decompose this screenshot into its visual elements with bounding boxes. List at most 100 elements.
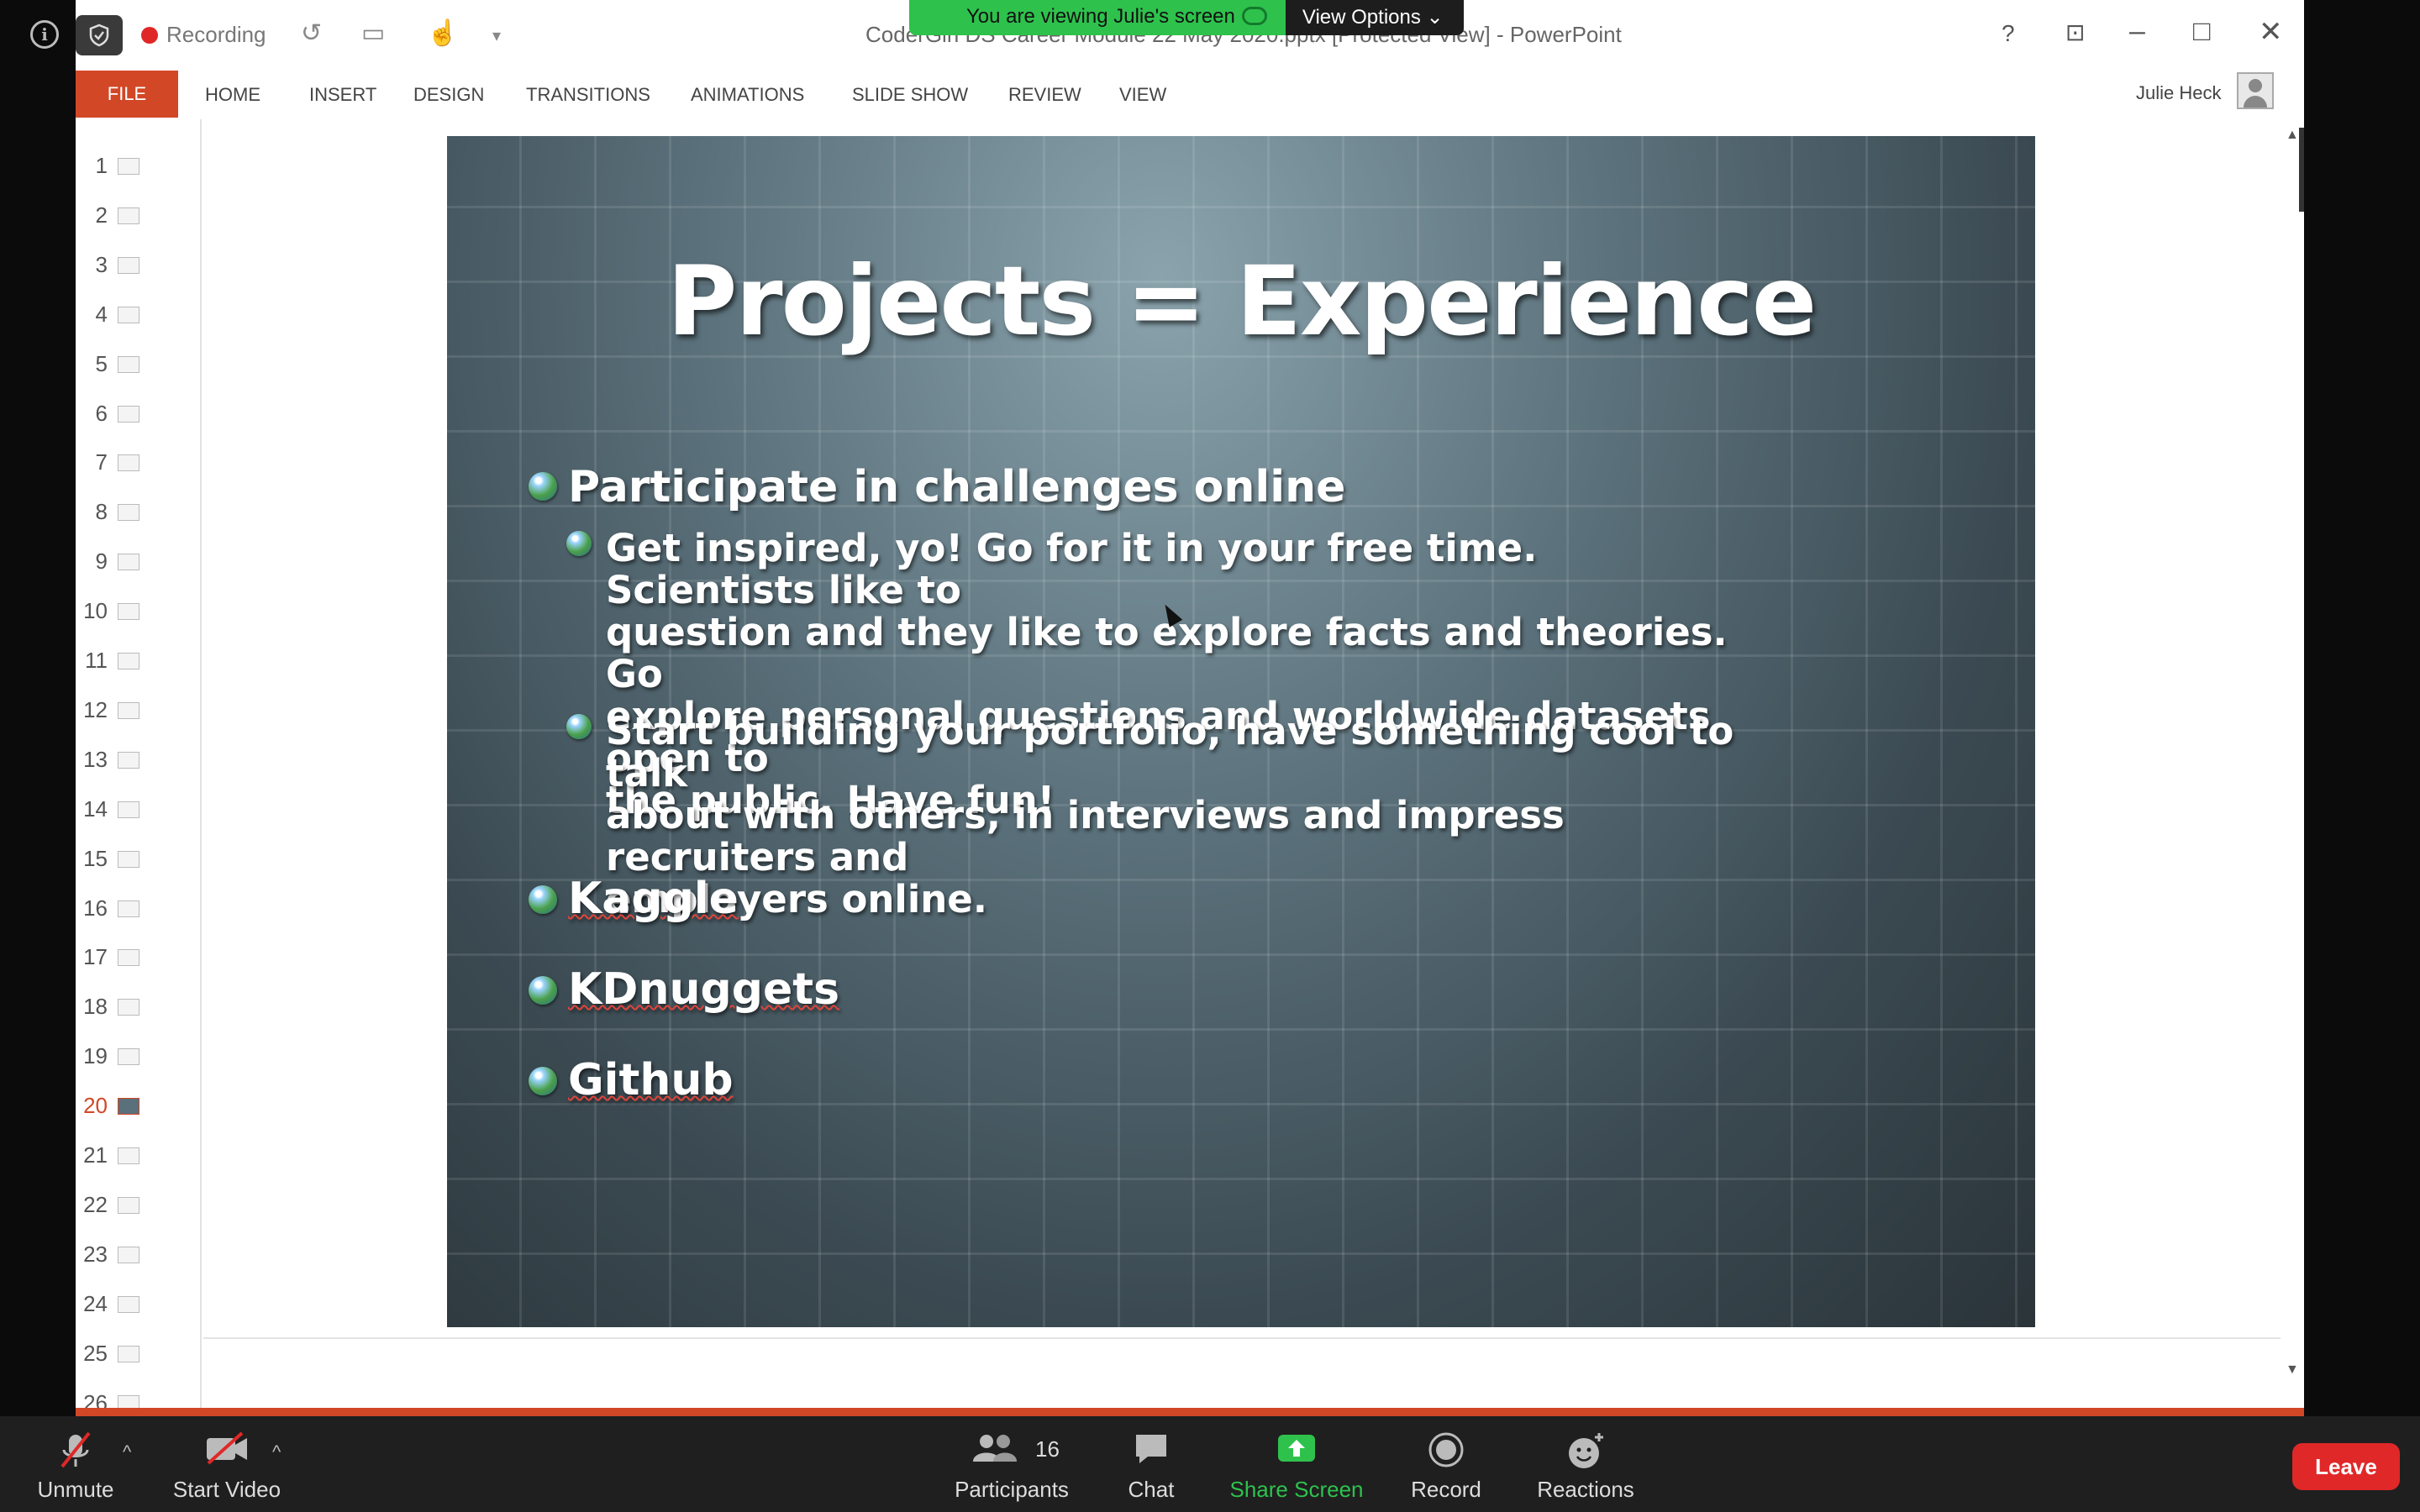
slide-preview-icon <box>118 1345 139 1362</box>
tab-slide-show[interactable]: SLIDE SHOW <box>852 84 968 106</box>
slide-thumbnail[interactable]: 16 <box>76 884 202 932</box>
scrollbar-thumb[interactable] <box>2299 128 2304 212</box>
sub-bullet-line: Start building your portfolio, have some… <box>606 709 1734 795</box>
start-video-button[interactable]: Start Video <box>168 1416 286 1512</box>
slide-thumbnail[interactable]: 5 <box>76 339 202 388</box>
record-button[interactable]: Record <box>1408 1416 1484 1512</box>
maximize-icon[interactable]: □ <box>2193 15 2211 48</box>
tab-animations[interactable]: ANIMATIONS <box>691 84 804 106</box>
help-icon[interactable]: ? <box>2002 20 2015 47</box>
bullet-github: Github <box>568 1055 734 1105</box>
slide-preview-icon <box>118 1246 139 1263</box>
notes-divider <box>203 1337 2281 1404</box>
slide-title: Projects = Experience <box>666 245 1817 357</box>
customize-qat-icon[interactable]: ▾ <box>492 25 501 46</box>
slide-preview-icon <box>118 751 139 769</box>
close-icon[interactable]: ✕ <box>2259 15 2283 49</box>
slide-number: 25 <box>83 1340 108 1366</box>
slide-thumbnail[interactable]: 4 <box>76 290 202 339</box>
ribbon-display-options-icon[interactable]: ⊡ <box>2065 18 2085 46</box>
chat-button[interactable]: Chat <box>1118 1416 1185 1512</box>
meeting-info-icon[interactable]: i <box>30 20 59 49</box>
slide-thumbnail[interactable]: 19 <box>76 1032 202 1080</box>
reactions-button[interactable]: Reactions <box>1534 1416 1637 1512</box>
slide-thumbnail[interactable]: 9 <box>76 537 202 585</box>
slide-preview-icon <box>118 949 139 967</box>
slide-preview-icon <box>118 256 139 274</box>
user-name[interactable]: Julie Heck <box>2136 82 2221 104</box>
video-options-caret-icon[interactable]: ^ <box>272 1441 281 1463</box>
recording-label: Recording <box>166 22 266 47</box>
slide-canvas: Projects = Experience Participate in cha… <box>447 136 2035 1327</box>
tab-view[interactable]: VIEW <box>1119 84 1166 106</box>
slide-number: 10 <box>83 598 108 624</box>
tab-transitions[interactable]: TRANSITIONS <box>526 84 650 106</box>
slide-preview-icon <box>118 207 139 224</box>
tab-review[interactable]: REVIEW <box>1008 84 1081 106</box>
viewing-screen-label: You are viewing Julie's screen <box>909 0 1286 35</box>
slide-preview-icon <box>118 355 139 373</box>
leave-meeting-button[interactable]: Leave <box>2292 1443 2400 1490</box>
cloud-icon <box>1241 7 1267 25</box>
chat-label: Chat <box>1128 1477 1175 1502</box>
slide-thumbnail[interactable]: 21 <box>76 1131 202 1179</box>
slide-thumbnail[interactable]: 25 <box>76 1329 202 1378</box>
user-avatar-icon[interactable] <box>2237 72 2274 109</box>
slide-thumbnail[interactable]: 24 <box>76 1279 202 1328</box>
view-options-label: View Options <box>1302 6 1421 29</box>
slide-thumbnail[interactable]: 10 <box>76 586 202 635</box>
slide-number: 8 <box>95 499 108 525</box>
slide-thumbnail[interactable]: 18 <box>76 982 202 1031</box>
slide-thumbnail[interactable]: 12 <box>76 685 202 734</box>
undo-icon[interactable]: ↺ <box>301 18 322 48</box>
chat-icon <box>1136 1435 1166 1463</box>
slide-thumbnail[interactable]: 8 <box>76 487 202 536</box>
audio-options-caret-icon[interactable]: ^ <box>123 1441 131 1463</box>
slide-thumbnail[interactable]: 14 <box>76 785 202 833</box>
sub-bullet-line: Get inspired, yo! Go for it in your free… <box>606 526 1538 612</box>
tab-file[interactable]: FILE <box>76 71 178 118</box>
security-shield-button[interactable] <box>76 15 123 55</box>
slide-number: 11 <box>85 648 108 673</box>
share-screen-button[interactable]: Share Screen <box>1227 1416 1366 1512</box>
vertical-scrollbar[interactable]: ▲ ▼ <box>2281 119 2304 1404</box>
slide-thumbnail[interactable]: 7 <box>76 438 202 486</box>
slide-thumbnail[interactable]: 6 <box>76 389 202 438</box>
present-from-start-icon[interactable]: ▭ <box>361 18 385 48</box>
slide-thumbnail[interactable]: 17 <box>76 932 202 981</box>
view-options-button[interactable]: View Options ⌄ <box>1285 0 1464 35</box>
tab-insert[interactable]: INSERT <box>309 84 376 106</box>
shield-icon <box>89 24 109 47</box>
slide-preview-icon <box>118 999 139 1016</box>
tab-design[interactable]: DESIGN <box>413 84 484 106</box>
muted-microphone-icon <box>60 1431 91 1468</box>
scroll-down-icon[interactable]: ▼ <box>2286 1362 2299 1378</box>
slide-preview-icon <box>118 653 139 669</box>
tab-home[interactable]: HOME <box>205 84 260 106</box>
scroll-up-icon[interactable]: ▲ <box>2286 128 2299 143</box>
participants-button[interactable]: 16 Participants <box>944 1416 1079 1512</box>
slide-thumbnail[interactable]: 23 <box>76 1230 202 1278</box>
slide-thumbnail[interactable]: 15 <box>76 834 202 883</box>
slide-thumbnail[interactable]: 13 <box>76 735 202 784</box>
minimize-icon[interactable]: – <box>2129 15 2145 48</box>
sub-bullet-line: question and they like to explore facts … <box>606 610 1728 696</box>
reactions-smiley-icon <box>1569 1433 1603 1468</box>
slide-thumbnail[interactable]: 11 <box>76 636 202 685</box>
slide-thumbnail[interactable]: 2 <box>76 191 202 239</box>
slide-thumbnail[interactable]: 22 <box>76 1180 202 1229</box>
sub-bullet-portfolio: Start building your portfolio, have some… <box>606 711 1749 921</box>
slide-number: 2 <box>95 202 108 228</box>
slide-thumbnail[interactable]: 1 <box>76 141 202 190</box>
slide-number: 13 <box>83 746 108 772</box>
sub-bullet-line: about with others, in interviews and imp… <box>606 793 1565 879</box>
touch-mode-icon[interactable]: ☝ <box>427 18 458 48</box>
slide-number: 24 <box>83 1290 108 1316</box>
unmute-button[interactable]: Unmute <box>25 1416 126 1512</box>
slide-preview-icon <box>118 603 139 621</box>
recording-indicator-icon <box>141 27 158 44</box>
slide-thumbnail[interactable]: 3 <box>76 240 202 289</box>
start-video-label: Start Video <box>172 1477 281 1502</box>
slide-number: 7 <box>95 449 108 475</box>
slide-thumbnail[interactable]: 20 <box>76 1081 202 1130</box>
